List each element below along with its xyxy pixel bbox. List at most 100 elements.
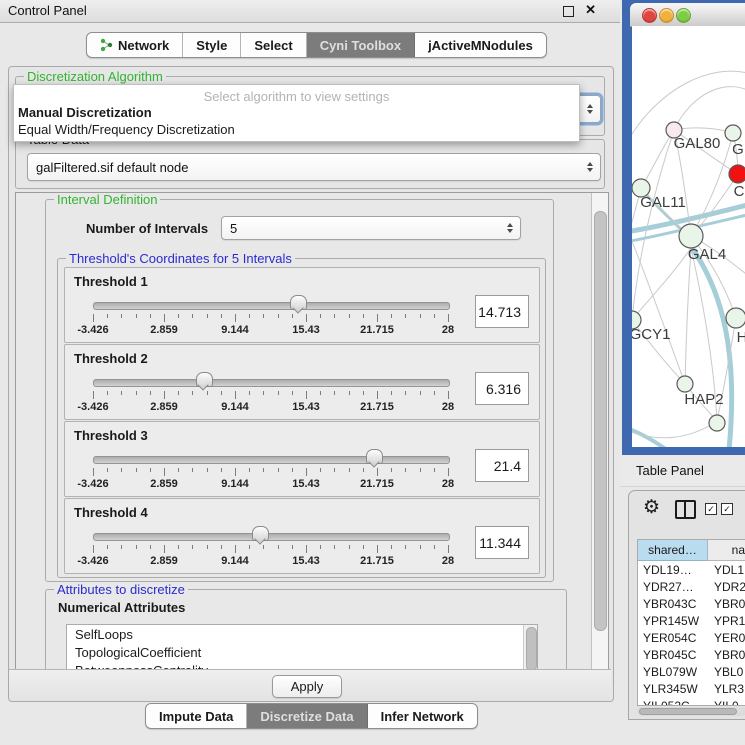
tick-mark — [334, 391, 335, 395]
threshold-panel: Threshold 1-3.4262.8599.14415.4321.71528… — [64, 267, 540, 343]
close-icon[interactable]: ✕ — [585, 2, 596, 18]
threshold-value-field[interactable]: 6.316 — [475, 372, 529, 405]
tick-mark — [320, 545, 321, 549]
gear-icon[interactable]: ⚙ — [643, 496, 660, 519]
close-traffic-light-icon[interactable] — [642, 8, 657, 23]
threshold-slider-thumb[interactable] — [290, 295, 307, 310]
tick-mark — [207, 391, 208, 395]
number-of-intervals-combobox[interactable]: 5 — [221, 216, 521, 240]
number-of-intervals-value: 5 — [230, 221, 237, 236]
tick-mark — [207, 314, 208, 318]
tick-mark — [150, 314, 151, 318]
zoom-traffic-light-icon[interactable] — [676, 8, 691, 23]
settings-scrollbar-thumb[interactable] — [594, 211, 607, 631]
tick-mark — [420, 468, 421, 472]
checkbox-icon[interactable]: ✓ — [721, 503, 733, 515]
checkbox-icon[interactable]: ✓ — [705, 503, 717, 515]
network-node[interactable] — [726, 308, 745, 328]
table-row[interactable]: YBL079WYBL0 — [638, 663, 745, 680]
tick-mark — [349, 545, 350, 549]
tick-mark — [377, 314, 378, 322]
network-edge[interactable] — [674, 87, 745, 130]
threshold-slider-track[interactable] — [93, 533, 450, 541]
tab-style[interactable]: Style — [183, 33, 241, 57]
algorithm-option-manual[interactable]: Manual Discretization — [18, 105, 152, 120]
tick-mark — [107, 314, 108, 318]
table-row[interactable]: YBR045CYBR0 — [638, 646, 745, 663]
settings-vertical-scrollbar[interactable] — [591, 193, 608, 670]
table-row[interactable]: YDR27…YDR2 — [638, 578, 745, 595]
tick-mark — [150, 391, 151, 395]
tick-mark — [178, 545, 179, 549]
table-row[interactable]: YPR145WYPR1 — [638, 612, 745, 629]
threshold-slider-thumb[interactable] — [196, 372, 213, 387]
minimize-traffic-light-icon[interactable] — [659, 8, 674, 23]
tick-label: -3.426 — [77, 478, 108, 490]
threshold-value-field[interactable]: 11.344 — [475, 526, 529, 559]
table-horizontal-scrollbar[interactable] — [637, 707, 745, 716]
attribute-list-item[interactable]: SelfLoops — [67, 625, 537, 643]
settings-scroll-panel: Interval Definition Number of Intervals … — [15, 192, 609, 671]
table-row[interactable]: YLR345WYLR3 — [638, 680, 745, 697]
tick-mark — [391, 545, 392, 549]
table-data-combobox[interactable]: galFiltered.sif default node — [27, 153, 601, 181]
tick-mark — [192, 314, 193, 318]
columns-icon[interactable] — [675, 500, 696, 519]
tab-select[interactable]: Select — [241, 33, 306, 57]
attributes-scrollbar[interactable] — [523, 625, 537, 671]
apply-button[interactable]: Apply — [272, 675, 342, 698]
thresholds-group-title: Threshold's Coordinates for 5 Intervals — [66, 251, 295, 266]
tick-mark — [107, 468, 108, 472]
network-edge[interactable] — [674, 128, 733, 133]
tab-infer-network[interactable]: Infer Network — [368, 704, 477, 728]
tab-impute-data[interactable]: Impute Data — [146, 704, 247, 728]
float-window-icon[interactable] — [563, 6, 574, 17]
threshold-slider-track[interactable] — [93, 379, 450, 387]
tab-network[interactable]: Network — [87, 33, 183, 57]
network-edge[interactable] — [632, 226, 685, 384]
tick-mark — [320, 314, 321, 318]
table-scrollbar-thumb[interactable] — [639, 708, 737, 715]
table-row[interactable]: YER054CYER0 — [638, 629, 745, 646]
network-node[interactable] — [729, 165, 745, 183]
tick-mark — [263, 545, 264, 549]
tick-mark — [320, 391, 321, 395]
tick-mark — [377, 468, 378, 476]
network-node[interactable] — [725, 125, 741, 141]
threshold-value-field[interactable]: 14.713 — [475, 295, 529, 328]
network-edge[interactable] — [641, 130, 674, 188]
cell-shared-name: YIL052C — [638, 697, 708, 706]
tick-mark — [121, 545, 122, 549]
network-node[interactable] — [677, 376, 693, 392]
threshold-slider-track[interactable] — [93, 456, 450, 464]
tab-jactivemnodules[interactable]: jActiveMNodules — [415, 33, 546, 57]
threshold-slider-thumb[interactable] — [252, 526, 269, 541]
attribute-list-item[interactable]: TopologicalCoefficient — [67, 643, 537, 661]
column-header-name[interactable]: na — [708, 540, 745, 561]
tick-mark — [363, 314, 364, 318]
tick-mark — [278, 468, 279, 472]
table-row[interactable]: YDL19…YDL1 — [638, 561, 745, 578]
algorithm-option-equal-width[interactable]: Equal Width/Frequency Discretization — [18, 122, 235, 137]
tick-mark — [192, 468, 193, 472]
network-node[interactable] — [709, 415, 725, 431]
tick-mark — [334, 545, 335, 549]
apply-button-label: Apply — [291, 679, 324, 694]
tab-discretize-data[interactable]: Discretize Data — [247, 704, 367, 728]
threshold-value-field[interactable]: 21.4 — [475, 449, 529, 482]
network-node[interactable] — [679, 224, 703, 248]
cell-name: YER0 — [708, 629, 745, 646]
attributes-scrollbar-thumb[interactable] — [526, 627, 537, 671]
tab-cyni-toolbox[interactable]: Cyni Toolbox — [307, 33, 415, 57]
network-canvas[interactable]: GAL80GCGAL11GAL4GCY1HHAP2 — [632, 26, 745, 447]
tick-mark — [405, 545, 406, 549]
numerical-attributes-list[interactable]: SelfLoopsTopologicalCoefficientBetweenne… — [66, 624, 538, 671]
network-edge[interactable] — [685, 248, 691, 384]
column-header-shared[interactable]: shared… — [638, 540, 708, 561]
tick-mark — [93, 314, 94, 322]
threshold-slider-thumb[interactable] — [366, 449, 383, 464]
table-row[interactable]: YBR043CYBR0 — [638, 595, 745, 612]
tick-mark — [121, 391, 122, 395]
table-row[interactable]: YIL052CYIL0 — [638, 697, 745, 706]
threshold-slider-track[interactable] — [93, 302, 450, 310]
